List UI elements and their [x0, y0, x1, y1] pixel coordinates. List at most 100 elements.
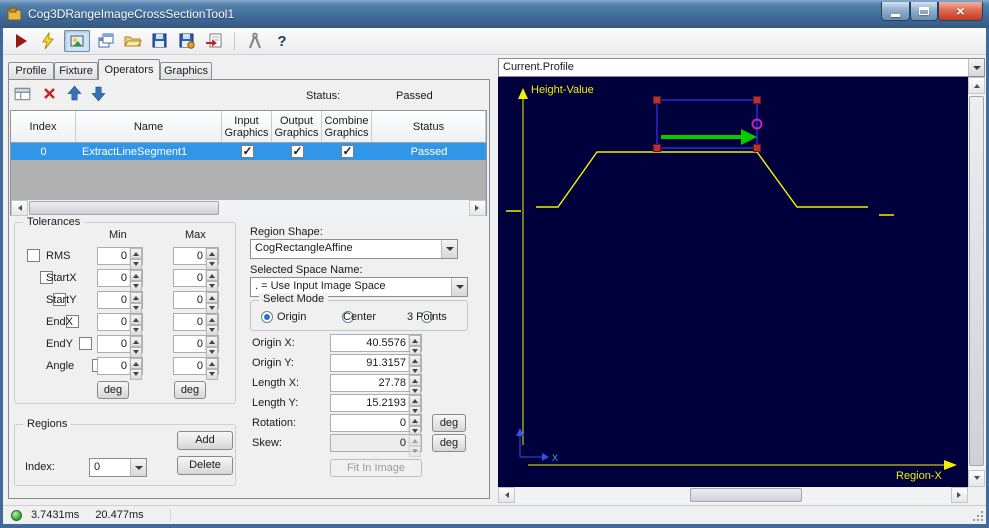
tolerance-angle-min-spinner[interactable]: 0	[97, 357, 143, 380]
max-deg-button[interactable]: deg	[174, 381, 206, 399]
electric-run-button[interactable]	[37, 30, 59, 52]
maximize-button[interactable]	[910, 2, 938, 21]
length-x-spinner[interactable]: 27.78	[330, 374, 422, 397]
spin-up-button[interactable]	[206, 270, 218, 281]
spin-up-button[interactable]	[409, 355, 421, 366]
rotation-deg-button[interactable]: deg	[432, 414, 466, 432]
add-region-button[interactable]: Add	[177, 431, 233, 450]
scroll-up-button[interactable]	[968, 77, 985, 94]
scroll-thumb[interactable]	[690, 488, 802, 502]
tolerance-endx-min-spinner[interactable]: 0	[97, 313, 143, 336]
region-direction-arrowhead-icon[interactable]	[741, 129, 757, 145]
delete-region-button[interactable]: Delete	[177, 456, 233, 475]
dropdown-arrow-icon[interactable]	[130, 459, 146, 476]
image-display-toggle-button[interactable]	[64, 30, 90, 52]
tab-graphics[interactable]: Graphics	[160, 62, 212, 79]
tolerance-rms-min-spinner[interactable]: 0	[97, 247, 143, 270]
import-results-button[interactable]	[203, 30, 225, 52]
dropdown-arrow-icon[interactable]	[441, 240, 457, 258]
operator-table-row[interactable]: 0 ExtractLineSegment1 Passed	[11, 143, 486, 160]
tolerance-endx-max-spinner[interactable]: 0	[173, 313, 219, 336]
scroll-right-button[interactable]	[469, 200, 486, 216]
run-button[interactable]	[10, 30, 32, 52]
spin-down-button[interactable]	[206, 369, 218, 380]
spin-up-button[interactable]	[206, 336, 218, 347]
tolerance-startx-max-spinner[interactable]: 0	[173, 269, 219, 292]
tab-fixture[interactable]: Fixture	[54, 62, 98, 79]
combine-graphics-checkbox[interactable]	[340, 145, 354, 158]
spin-up-button[interactable]	[130, 270, 142, 281]
tab-operators[interactable]: Operators	[98, 59, 160, 80]
spin-down-button[interactable]	[130, 369, 142, 380]
help-button[interactable]: ?	[271, 30, 293, 52]
tab-profile[interactable]: Profile	[8, 62, 54, 79]
profile-record-selector[interactable]: Current.Profile	[498, 58, 985, 77]
skew-deg-button[interactable]: deg	[432, 434, 466, 452]
rotation-spinner[interactable]: 0	[330, 414, 422, 437]
scroll-left-button[interactable]	[498, 487, 515, 503]
move-operator-down-button[interactable]	[90, 85, 107, 105]
scroll-thumb[interactable]	[29, 201, 219, 215]
spin-up-button[interactable]	[409, 375, 421, 386]
spin-down-button[interactable]	[409, 446, 421, 457]
spin-up-button[interactable]	[206, 314, 218, 325]
tolerance-endy-max-spinner[interactable]: 0	[173, 335, 219, 358]
input-graphics-checkbox[interactable]	[240, 145, 254, 158]
move-operator-up-button[interactable]	[66, 85, 83, 105]
output-graphics-checkbox[interactable]	[290, 145, 304, 158]
scroll-thumb[interactable]	[969, 96, 984, 466]
spin-up-button[interactable]	[130, 292, 142, 303]
plot-vertical-scrollbar[interactable]	[968, 77, 985, 487]
spin-up-button[interactable]	[409, 395, 421, 406]
close-button[interactable]: ×	[938, 2, 983, 21]
region-shape-dropdown[interactable]: CogRectangleAffine	[250, 239, 458, 259]
plot-horizontal-scrollbar[interactable]	[498, 487, 968, 503]
tolerance-rms-checkbox[interactable]	[27, 249, 40, 262]
new-window-button[interactable]	[95, 30, 117, 52]
skew-spinner[interactable]: 0	[330, 434, 422, 457]
resize-grip[interactable]	[973, 511, 983, 521]
origin-x-spinner[interactable]: 40.5576	[330, 334, 422, 357]
save-image-button[interactable]	[176, 30, 198, 52]
add-operator-button[interactable]	[14, 85, 32, 106]
calibrate-button[interactable]	[244, 30, 266, 52]
window-title: Cog3DRangeImageCrossSectionTool1	[28, 7, 235, 21]
spin-up-button[interactable]	[409, 415, 421, 426]
table-horizontal-scrollbar[interactable]	[11, 200, 486, 216]
fit-in-image-button[interactable]: Fit In Image	[330, 459, 422, 477]
spin-up-button[interactable]	[206, 358, 218, 369]
spin-up-button[interactable]	[409, 435, 421, 446]
scroll-right-button[interactable]	[951, 487, 968, 503]
tolerance-starty-min-spinner[interactable]: 0	[97, 291, 143, 314]
tolerance-startx-min-spinner[interactable]: 0	[97, 269, 143, 292]
spin-up-button[interactable]	[206, 292, 218, 303]
spin-up-button[interactable]	[130, 248, 142, 259]
spin-up-button[interactable]	[206, 248, 218, 259]
minimize-button[interactable]	[881, 2, 910, 21]
tolerance-starty-max-spinner[interactable]: 0	[173, 291, 219, 314]
spin-up-button[interactable]	[130, 358, 142, 369]
tolerance-endy-min-spinner[interactable]: 0	[97, 335, 143, 358]
length-y-spinner[interactable]: 15.2193	[330, 394, 422, 417]
spin-up-button[interactable]	[130, 336, 142, 347]
spin-up-button[interactable]	[130, 314, 142, 325]
spin-up-button[interactable]	[409, 335, 421, 346]
delete-x-icon	[44, 88, 55, 99]
tolerance-endy-checkbox[interactable]	[79, 337, 92, 350]
min-deg-button[interactable]: deg	[97, 381, 129, 399]
origin-y-spinner[interactable]: 91.3157	[330, 354, 422, 377]
delete-operator-button[interactable]	[42, 86, 57, 104]
dropdown-arrow-icon[interactable]	[451, 278, 467, 296]
window-icon[interactable]	[7, 6, 23, 22]
profile-plot-canvas[interactable]: Height-Value Region-X X	[498, 77, 968, 487]
dropdown-arrow-icon[interactable]	[968, 59, 984, 76]
region-index-dropdown[interactable]: 0	[89, 458, 147, 477]
tolerance-rms-max-spinner[interactable]: 0	[173, 247, 219, 270]
titlebar: Cog3DRangeImageCrossSectionTool1 ×	[0, 0, 989, 28]
origin-mode-radio[interactable]	[261, 311, 273, 323]
open-file-button[interactable]	[122, 30, 144, 52]
tolerance-angle-max-spinner[interactable]: 0	[173, 357, 219, 380]
scroll-left-button[interactable]	[11, 200, 28, 216]
save-file-button[interactable]	[149, 30, 171, 52]
scroll-down-button[interactable]	[968, 470, 985, 487]
